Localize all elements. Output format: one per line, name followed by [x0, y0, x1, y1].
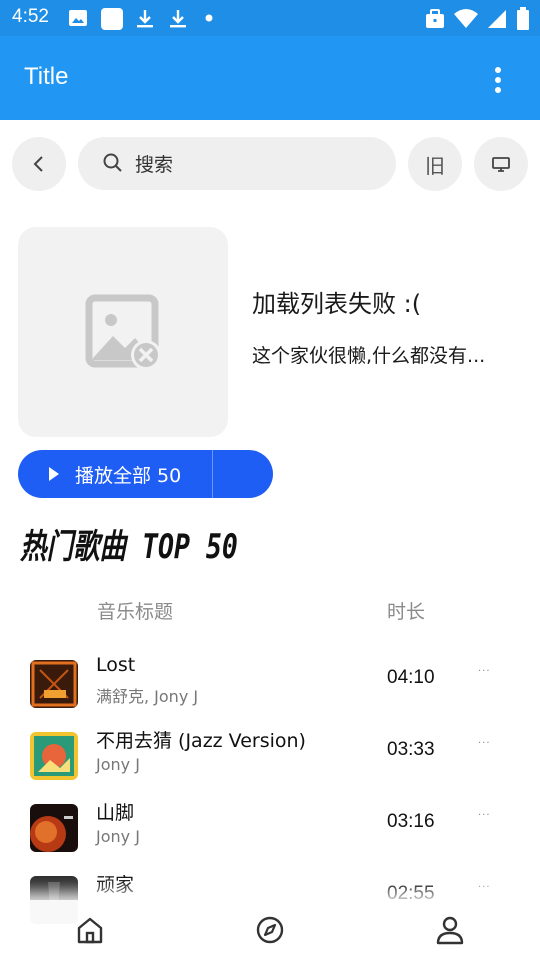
album-art [30, 732, 78, 780]
signal-icon [488, 10, 506, 28]
song-row[interactable]: 山脚 Jony J 03:16 ··· [0, 798, 540, 870]
playlist-title: 加载列表失败 :( [252, 290, 422, 318]
section-title: 热门歌曲 TOP 50 [20, 527, 238, 567]
more-options-button[interactable]: ··· [478, 810, 491, 821]
song-duration: 03:33 [387, 739, 435, 760]
more-options-button[interactable]: ··· [478, 882, 491, 893]
album-art [30, 660, 78, 708]
status-bar: 4:52 [0, 0, 540, 36]
app-bar: Title [0, 36, 540, 120]
app-title: Title [24, 63, 69, 90]
status-right-icons [424, 7, 530, 31]
song-artist: 满舒克, Jony J [96, 687, 199, 706]
column-duration-header: 时长 [387, 601, 426, 623]
playlist-description: 这个家伙很懒,什么都没有... [252, 345, 486, 367]
song-title: Lost [96, 654, 136, 676]
download-icon [137, 10, 153, 28]
dot-icon [205, 14, 213, 22]
song-duration: 03:16 [387, 811, 435, 832]
app-square-icon [101, 8, 123, 30]
more-vert-icon[interactable] [484, 64, 512, 96]
status-time: 4:52 [12, 6, 49, 27]
album-art [30, 804, 78, 852]
song-row[interactable]: 不用去猜 (Jazz Version) Jony J 03:33 ··· [0, 726, 540, 798]
old-label: 旧 [425, 153, 445, 178]
search-input[interactable]: 搜索 [78, 137, 396, 190]
song-row[interactable]: Lost 满舒克, Jony J 04:10 ··· [0, 654, 540, 726]
battery-icon [517, 7, 529, 30]
more-options-button[interactable]: ··· [478, 738, 491, 749]
broken-image-icon [85, 294, 161, 370]
song-duration: 04:10 [387, 667, 435, 688]
briefcase-icon [426, 9, 444, 28]
back-button[interactable] [12, 137, 66, 191]
search-icon [103, 153, 122, 172]
play-all-label: 播放全部 50 [75, 465, 182, 487]
search-placeholder: 搜索 [135, 154, 174, 176]
song-artist: Jony J [96, 755, 140, 774]
play-icon [49, 467, 59, 481]
play-all-button[interactable]: 播放全部 50 [18, 450, 273, 498]
playlist-cover [18, 227, 228, 437]
play-all-divider [212, 450, 213, 498]
chevron-left-icon [33, 156, 43, 172]
person-icon[interactable] [434, 914, 466, 946]
song-title: 顽家 [96, 874, 135, 896]
home-icon[interactable] [74, 914, 106, 946]
desktop-button[interactable] [474, 137, 528, 191]
song-artist: Jony J [96, 827, 140, 846]
wifi-icon [454, 9, 478, 28]
image-icon [69, 10, 87, 26]
monitor-icon [492, 157, 510, 172]
compass-icon[interactable] [254, 914, 286, 946]
column-title-header: 音乐标题 [97, 601, 174, 623]
song-title: 山脚 [96, 802, 135, 824]
song-title: 不用去猜 (Jazz Version) [96, 730, 306, 752]
old-version-button[interactable]: 旧 [408, 137, 462, 191]
more-options-button[interactable]: ··· [478, 666, 491, 677]
download-icon [170, 10, 186, 28]
bottom-navigation [0, 900, 540, 960]
